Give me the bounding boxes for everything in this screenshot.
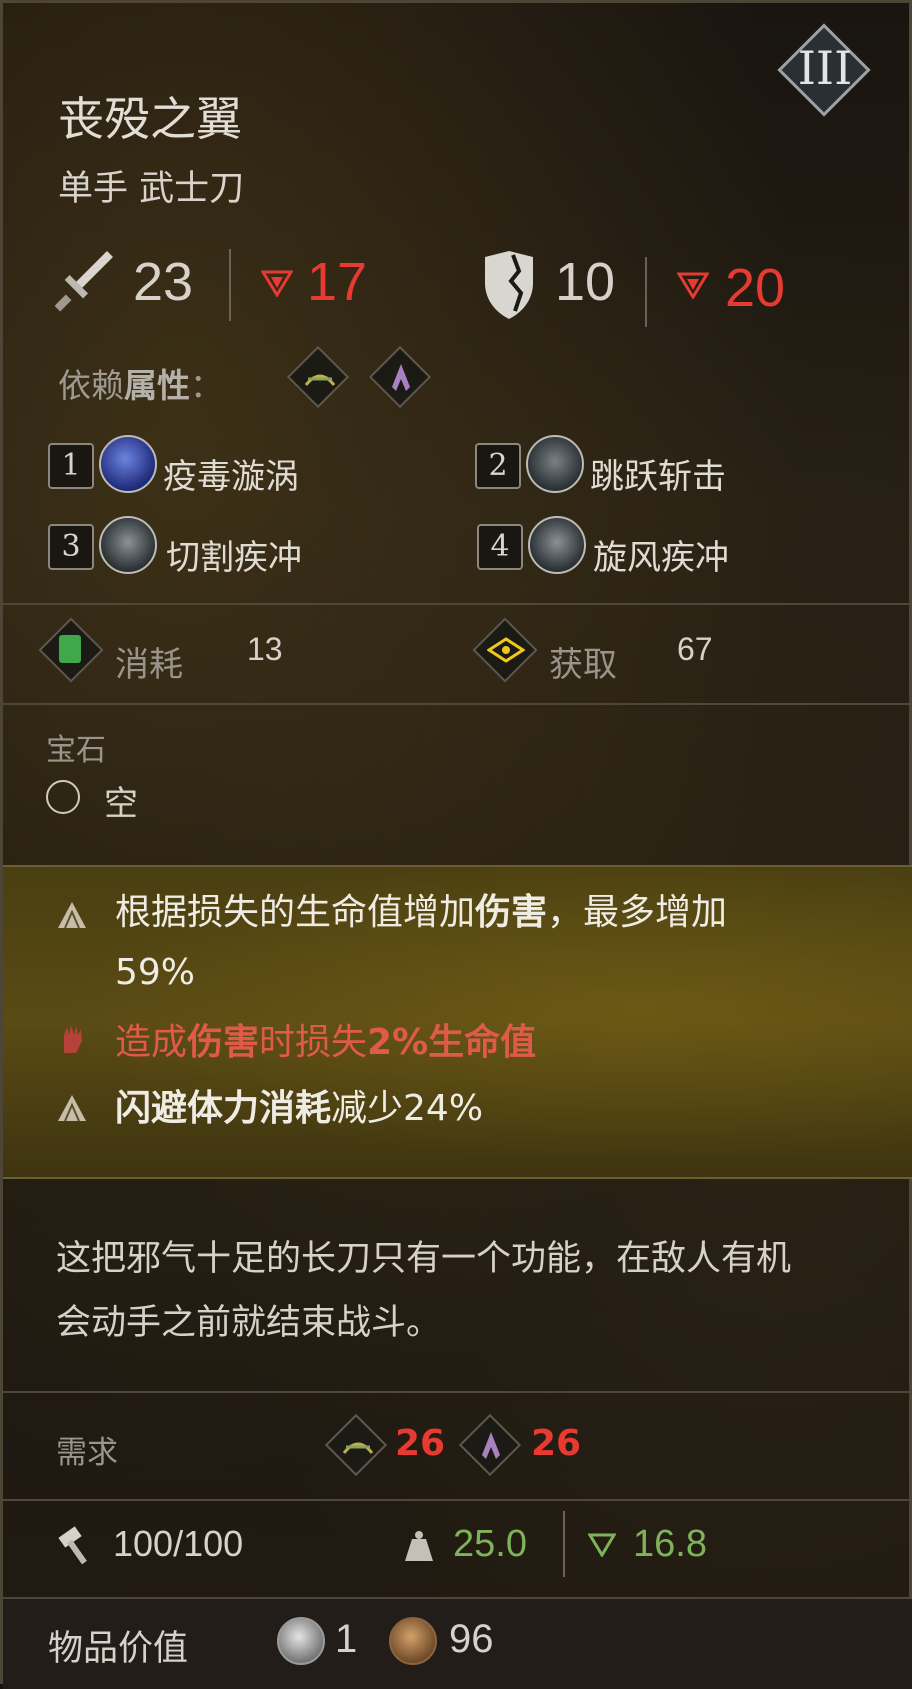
- defense-penalty: 20: [725, 258, 786, 318]
- leap-slash-icon: [526, 435, 584, 493]
- perk-2-text: 造成: [115, 1022, 188, 1063]
- item-name: 丧殁之翼: [58, 92, 242, 146]
- divider: [229, 249, 231, 321]
- silver-coin-icon: [277, 1617, 325, 1665]
- scaling-label: 依赖属性：: [58, 359, 223, 407]
- scaling-label-a: 依赖: [58, 366, 124, 405]
- tier-badge: III: [777, 23, 871, 117]
- description-line-2: 会动手之前就结束战斗。: [56, 1303, 442, 1343]
- gain-value: 67: [677, 631, 713, 667]
- scaling-label-c: ：: [190, 366, 223, 405]
- gem-slot-text: 空: [104, 784, 138, 824]
- item-description: 这把邪气十足的长刀只有一个功能，在敌人有机 会动手之前就结束战斗。: [56, 1227, 896, 1355]
- value-label: 物品价值: [48, 1629, 189, 1669]
- faith-requirement: 26: [531, 1423, 582, 1464]
- attack-penalty: 17: [307, 252, 368, 312]
- consume-value: 13: [247, 631, 283, 667]
- perk-1: 根据损失的生命值增加伤害，最多增加 59%: [115, 883, 875, 1003]
- gem-label: 宝石: [46, 733, 106, 768]
- hammer-icon: [56, 1525, 96, 1569]
- divider: [3, 603, 912, 605]
- sword-icon: [54, 247, 115, 313]
- skill-number: 1: [48, 443, 94, 489]
- penalty-down-icon: [260, 269, 294, 301]
- consume-label: 消耗: [115, 645, 183, 685]
- item-type: 单手 武士刀: [58, 169, 245, 209]
- skill-number: 3: [48, 524, 94, 570]
- silver-value: 1: [335, 1617, 358, 1661]
- gain-label: 获取: [549, 645, 617, 685]
- skill-number: 4: [477, 524, 523, 570]
- blood-hand-icon: [58, 1021, 88, 1059]
- divider: [3, 703, 912, 705]
- perk-3-keyword: 闪避体力消耗: [115, 1088, 332, 1129]
- defense-value: 10: [555, 252, 616, 312]
- plague-vortex-icon: [99, 435, 157, 493]
- requirements-label: 需求: [56, 1435, 118, 1471]
- shield-icon: [479, 247, 539, 323]
- perk-1-value: 59%: [115, 952, 196, 993]
- skill-name: 疫毒漩涡: [163, 457, 299, 497]
- weight-mod-value: 16.8: [633, 1523, 707, 1565]
- skill-name: 旋风疾冲: [593, 538, 729, 578]
- divider: [563, 1511, 565, 1577]
- perk-2-text-2: 时损失: [259, 1022, 368, 1063]
- perk-1-keyword: 伤害: [475, 892, 548, 933]
- perk-2-value: 2%生命值: [367, 1022, 537, 1063]
- description-line-1: 这把邪气十足的长刀只有一个功能，在敌人有机: [56, 1239, 792, 1279]
- divider: [3, 1391, 912, 1393]
- perk-3: 闪避体力消耗减少24%: [115, 1079, 483, 1139]
- skill-name: 跳跃斩击: [590, 457, 726, 497]
- skill-number: 2: [475, 443, 521, 489]
- bronze-value: 96: [449, 1617, 494, 1661]
- item-tooltip: III 丧殁之翼 单手 武士刀 23 17 10 20 依赖属性： 1 疫毒漩涡…: [0, 0, 912, 1689]
- perk-icon: [55, 898, 89, 936]
- scaling-label-b: 属性: [124, 366, 190, 405]
- penalty-down-icon: [676, 271, 710, 303]
- perk-2-keyword: 伤害: [187, 1022, 260, 1063]
- agility-requirement: 26: [395, 1423, 446, 1464]
- divider: [3, 1499, 912, 1501]
- tier-label: III: [797, 41, 853, 95]
- cutting-dash-icon: [99, 516, 157, 574]
- perk-icon: [55, 1091, 89, 1129]
- weight-value: 25.0: [453, 1523, 527, 1565]
- divider: [645, 257, 647, 327]
- perk-3-text: 减少24%: [331, 1088, 484, 1129]
- durability-value: 100/100: [113, 1523, 244, 1564]
- weight-icon: [403, 1529, 435, 1567]
- perk-1-text-2: ，最多增加: [547, 892, 728, 933]
- perk-1-text: 根据损失的生命值增加: [115, 892, 476, 933]
- attack-value: 23: [133, 252, 194, 312]
- skill-name: 切割疾冲: [166, 538, 302, 578]
- empty-slot-icon: [46, 780, 80, 814]
- whirlwind-dash-icon: [528, 516, 586, 574]
- bronze-coin-icon: [389, 1617, 437, 1665]
- perk-2: 造成伤害时损失2%生命值: [115, 1013, 536, 1073]
- weight-mod-icon: [587, 1533, 617, 1561]
